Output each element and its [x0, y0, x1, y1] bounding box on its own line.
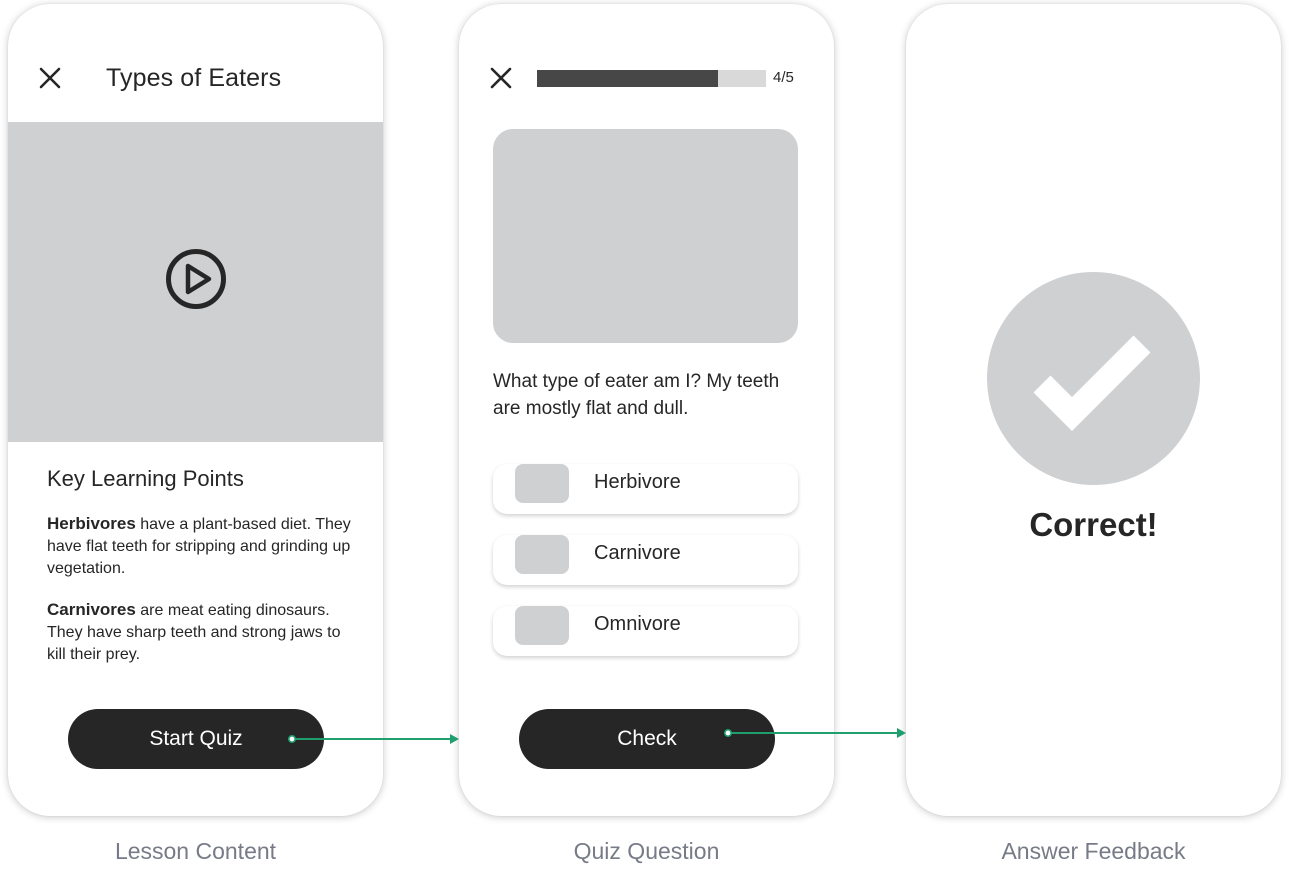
- carnivore-term: Carnivores: [47, 600, 136, 619]
- close-icon[interactable]: [489, 66, 513, 90]
- page-title: Types of Eaters: [106, 64, 282, 92]
- start-quiz-button[interactable]: Start Quiz: [68, 709, 324, 769]
- progress-bar: [537, 70, 766, 87]
- answer-option-omnivore[interactable]: Omnivore: [493, 606, 798, 656]
- key-points-heading: Key Learning Points: [47, 466, 244, 491]
- result-text: Correct!: [1029, 506, 1158, 543]
- answer-option-herbivore[interactable]: Herbivore: [493, 464, 798, 514]
- option-label: Herbivore: [594, 471, 681, 493]
- lesson-content-screen: Types of Eaters Key Learning Points Herb…: [8, 4, 383, 816]
- question-image: [493, 129, 798, 343]
- progress-bar-fill: [537, 70, 718, 87]
- play-icon[interactable]: [165, 248, 227, 310]
- option-label: Carnivore: [594, 542, 681, 564]
- caption-lesson-content: Lesson Content: [114, 838, 277, 864]
- caption-quiz-question: Quiz Question: [573, 838, 720, 864]
- progress-count: 4/5: [773, 69, 794, 86]
- option-checkbox[interactable]: [515, 464, 569, 503]
- close-icon[interactable]: [38, 66, 62, 90]
- option-label: Omnivore: [594, 613, 681, 635]
- answer-option-carnivore[interactable]: Carnivore: [493, 535, 798, 585]
- checkmark-icon: [1033, 335, 1151, 431]
- quiz-question-screen: 4/5 What type of eater am I? My teeth ar…: [459, 4, 834, 816]
- check-button[interactable]: Check: [519, 709, 775, 769]
- answer-feedback-screen: Correct!: [906, 4, 1281, 816]
- herbivore-paragraph: Herbivores have a plant-based diet. They…: [47, 513, 357, 580]
- caption-answer-feedback: Answer Feedback: [1001, 838, 1186, 864]
- option-checkbox[interactable]: [515, 535, 569, 574]
- success-badge: [987, 272, 1200, 485]
- question-text: What type of eater am I? My teeth are mo…: [493, 371, 780, 419]
- herbivore-term: Herbivores: [47, 514, 136, 533]
- carnivore-paragraph: Carnivores are meat eating dinosaurs. Th…: [47, 599, 357, 666]
- option-checkbox[interactable]: [515, 606, 569, 645]
